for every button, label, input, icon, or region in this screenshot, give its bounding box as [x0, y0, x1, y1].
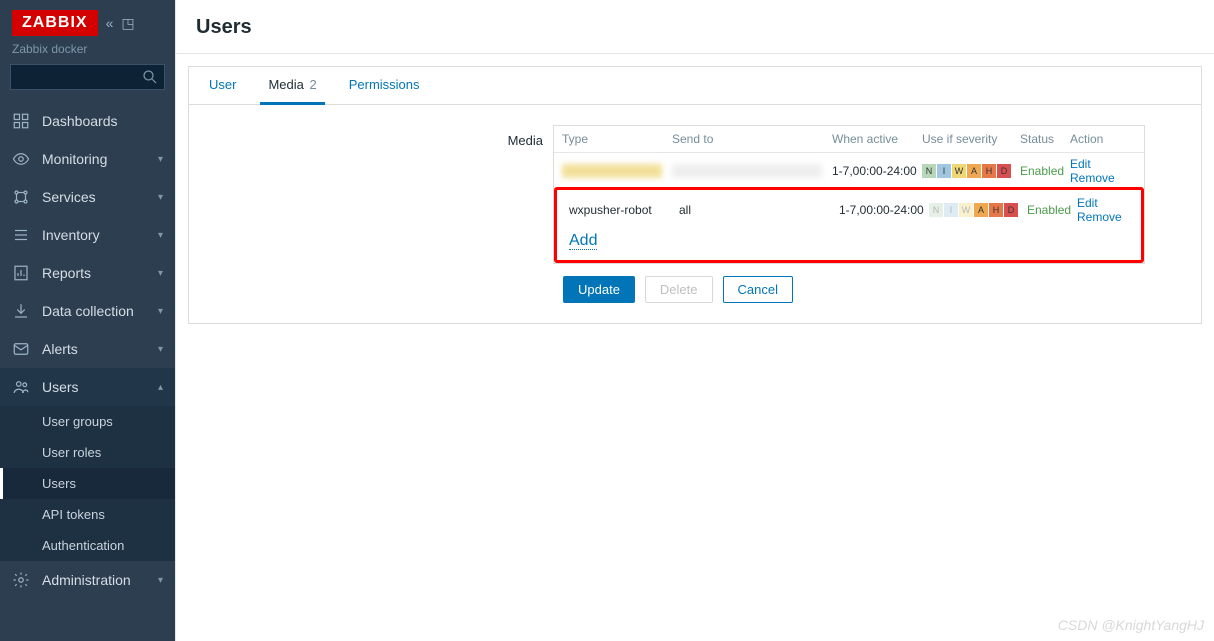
- sidebar-item-inventory[interactable]: Inventory ▾: [0, 216, 175, 254]
- edit-link[interactable]: Edit: [1070, 157, 1091, 171]
- tab-media[interactable]: Media 2: [260, 67, 324, 105]
- sidebar-item-services[interactable]: Services ▾: [0, 178, 175, 216]
- severity-W: W: [959, 203, 973, 217]
- chevron-down-icon: ▾: [158, 575, 163, 586]
- severity-boxes: NIWAHD: [922, 164, 1020, 178]
- search-icon[interactable]: [141, 68, 159, 89]
- sidebar-item-users[interactable]: Users ▴: [0, 368, 175, 406]
- sidebar-item-dashboards[interactable]: Dashboards: [0, 102, 175, 140]
- media-status[interactable]: Enabled: [1020, 164, 1070, 178]
- severity-D: D: [997, 164, 1011, 178]
- logo: ZABBIX: [12, 10, 98, 36]
- media-table: Type Send to When active Use if severity…: [553, 125, 1145, 264]
- sidebar-item-label: Inventory: [42, 227, 100, 243]
- reports-icon: [12, 264, 30, 282]
- media-label: Media: [213, 125, 553, 148]
- chevron-up-icon: ▴: [158, 382, 163, 393]
- col-header-type: Type: [562, 132, 672, 146]
- media-when: 1-7,00:00-24:00: [832, 164, 922, 178]
- services-icon: [12, 188, 30, 206]
- sidebar-item-label: Administration: [42, 572, 131, 588]
- sidebar-item-data[interactable]: Data collection ▾: [0, 292, 175, 330]
- col-header-when: When active: [832, 132, 922, 146]
- sidebar-item-label: Services: [42, 189, 96, 205]
- subnav-authentication[interactable]: Authentication: [0, 530, 175, 561]
- sidebar-item-label: Monitoring: [42, 151, 107, 167]
- sidebar-item-admin[interactable]: Administration ▾: [0, 561, 175, 599]
- severity-N: N: [929, 203, 943, 217]
- chevron-down-icon: ▾: [158, 192, 163, 203]
- update-button[interactable]: Update: [563, 276, 635, 303]
- sidebar-item-label: Alerts: [42, 341, 78, 357]
- chevron-down-icon: ▾: [158, 154, 163, 165]
- chevron-down-icon: ▾: [158, 230, 163, 241]
- severity-N: N: [922, 164, 936, 178]
- alerts-icon: [12, 340, 30, 358]
- subnav-users[interactable]: Users: [0, 468, 175, 499]
- media-row: 1-7,00:00-24:00NIWAHDEnabledEdit Remove: [554, 153, 1144, 189]
- server-name: Zabbix docker: [12, 42, 163, 56]
- severity-A: A: [967, 164, 981, 178]
- highlighted-media-row: wxpusher-robotall1-7,00:00-24:00NIWAHDEn…: [554, 187, 1144, 263]
- sidebar-item-label: Dashboards: [42, 113, 118, 129]
- add-media-link[interactable]: Add: [569, 232, 597, 250]
- severity-A: A: [974, 203, 988, 217]
- sidebar-item-label: Reports: [42, 265, 91, 281]
- severity-H: H: [989, 203, 1003, 217]
- monitoring-icon: [12, 150, 30, 168]
- remove-link[interactable]: Remove: [1077, 210, 1122, 224]
- media-type: wxpusher-robot: [569, 203, 679, 217]
- media-status[interactable]: Enabled: [1027, 203, 1077, 217]
- severity-W: W: [952, 164, 966, 178]
- watermark: CSDN @KnightYangHJ: [1058, 617, 1204, 633]
- sidebar-item-monitoring[interactable]: Monitoring ▾: [0, 140, 175, 178]
- sidebar-item-label: Users: [42, 379, 79, 395]
- subnav-api-tokens[interactable]: API tokens: [0, 499, 175, 530]
- severity-I: I: [944, 203, 958, 217]
- subnav-user-groups[interactable]: User groups: [0, 406, 175, 437]
- cancel-button[interactable]: Cancel: [723, 276, 793, 303]
- media-when: 1-7,00:00-24:00: [839, 203, 929, 217]
- severity-I: I: [937, 164, 951, 178]
- col-header-severity: Use if severity: [922, 132, 1020, 146]
- page-title: Users: [176, 0, 1214, 54]
- delete-button: Delete: [645, 276, 713, 303]
- chevron-down-icon: ▾: [158, 306, 163, 317]
- chevron-down-icon: ▾: [158, 344, 163, 355]
- sidebar: ZABBIX « ◳ Zabbix docker Dashboards Monit…: [0, 0, 175, 641]
- media-type: [562, 164, 672, 178]
- sidebar-item-label: Data collection: [42, 303, 134, 319]
- dashboards-icon: [12, 112, 30, 130]
- media-row: wxpusher-robotall1-7,00:00-24:00NIWAHDEn…: [561, 192, 1137, 228]
- sidebar-item-reports[interactable]: Reports ▾: [0, 254, 175, 292]
- tab-permissions[interactable]: Permissions: [341, 67, 428, 104]
- col-header-status: Status: [1020, 132, 1070, 146]
- remove-link[interactable]: Remove: [1070, 171, 1115, 185]
- media-sendto: all: [679, 203, 839, 217]
- severity-H: H: [982, 164, 996, 178]
- col-header-sendto: Send to: [672, 132, 832, 146]
- tab-user[interactable]: User: [201, 67, 244, 104]
- media-sendto: [672, 164, 832, 178]
- fullscreen-icon[interactable]: ◳: [121, 15, 134, 32]
- chevron-down-icon: ▾: [158, 268, 163, 279]
- severity-D: D: [1004, 203, 1018, 217]
- inventory-icon: [12, 226, 30, 244]
- admin-icon: [12, 571, 30, 589]
- subnav-user-roles[interactable]: User roles: [0, 437, 175, 468]
- edit-link[interactable]: Edit: [1077, 196, 1098, 210]
- severity-boxes: NIWAHD: [929, 203, 1027, 217]
- users-icon: [12, 378, 30, 396]
- sidebar-item-alerts[interactable]: Alerts ▾: [0, 330, 175, 368]
- collapse-sidebar-icon[interactable]: «: [106, 15, 114, 31]
- col-header-action: Action: [1070, 132, 1136, 146]
- tabs: User Media 2 Permissions: [189, 67, 1201, 105]
- data-icon: [12, 302, 30, 320]
- main-content: Users User Media 2 Permissions Media Type …: [175, 0, 1214, 641]
